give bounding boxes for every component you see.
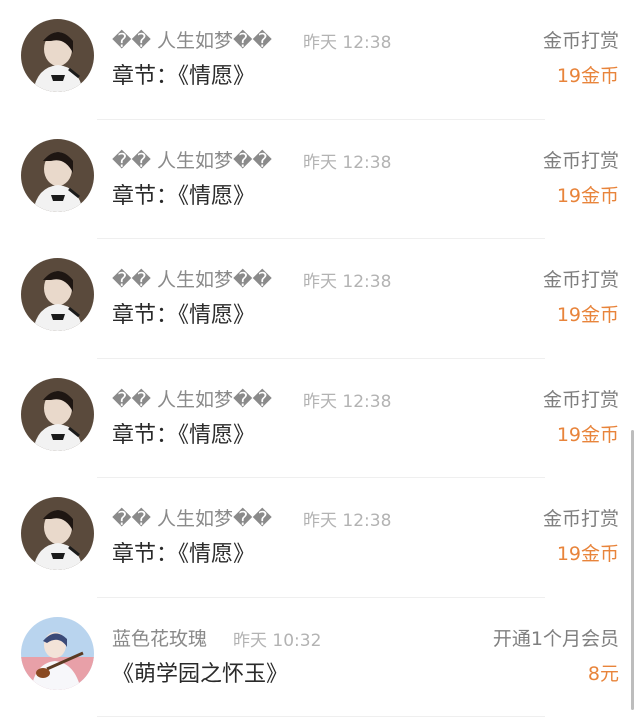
reward-type: 开通1个月会员: [492, 627, 619, 650]
woman-avatar-icon[interactable]: [21, 258, 94, 331]
list-item[interactable]: �� 人生如梦�� 昨天 12:38 章节：《情愿》 金币打赏 19金币: [0, 239, 640, 359]
woman-avatar-icon[interactable]: [21, 138, 94, 212]
user-name: �� 人生如梦��: [112, 388, 272, 411]
timestamp: 昨天 10:32: [233, 630, 322, 651]
list-item[interactable]: �� 人生如梦�� 昨天 12:38 章节：《情愿》 金币打赏 19金币: [0, 359, 640, 478]
timestamp: 昨天 12:38: [303, 391, 392, 412]
violinist-avatar-icon[interactable]: [21, 616, 94, 690]
reward-type: 金币打赏: [542, 508, 619, 530]
reward-list: �� 人生如梦�� 昨天 12:38 章节：《情愿》 金币打赏 19金币 �� …: [0, 0, 640, 717]
chapter-title: 章节：《情愿》: [112, 542, 256, 567]
woman-avatar-icon[interactable]: [21, 377, 94, 451]
user-name: �� 人生如梦��: [112, 269, 272, 291]
chapter-title: 章节：《情愿》: [112, 183, 256, 209]
reward-amount: 8元: [587, 662, 619, 685]
reward-amount: 19金币: [556, 423, 619, 446]
user-name: 蓝色花玫瑰: [112, 627, 208, 650]
list-item[interactable]: �� 人生如梦�� 昨天 12:38 章节：《情愿》 金币打赏 19金币: [0, 478, 640, 598]
reward-amount: 19金币: [556, 304, 619, 326]
reward-type: 金币打赏: [542, 149, 619, 172]
chapter-title: 章节：《情愿》: [112, 64, 256, 89]
reward-amount: 19金币: [556, 543, 619, 565]
woman-avatar-icon[interactable]: [21, 497, 94, 570]
reward-type: 金币打赏: [542, 30, 619, 52]
scrollbar[interactable]: [631, 430, 634, 710]
chapter-title: 章节：《情愿》: [112, 422, 256, 448]
reward-type: 金币打赏: [542, 269, 619, 291]
reward-amount: 19金币: [556, 184, 619, 207]
user-name: �� 人生如梦��: [112, 149, 272, 172]
list-item[interactable]: 蓝色花玫瑰 昨天 10:32 《萌学园之怀玉》 开通1个月会员 8元: [0, 598, 640, 717]
chapter-title: 章节：《情愿》: [112, 303, 256, 328]
user-name: �� 人生如梦��: [112, 508, 272, 530]
timestamp: 昨天 12:38: [303, 511, 392, 531]
woman-avatar-icon[interactable]: [21, 19, 94, 92]
timestamp: 昨天 12:38: [303, 272, 392, 292]
list-item[interactable]: �� 人生如梦�� 昨天 12:38 章节：《情愿》 金币打赏 19金币: [0, 0, 640, 120]
user-name: �� 人生如梦��: [112, 30, 272, 52]
timestamp: 昨天 12:38: [303, 152, 392, 173]
chapter-title: 《萌学园之怀玉》: [112, 661, 289, 687]
reward-type: 金币打赏: [542, 388, 619, 411]
divider: [97, 716, 545, 717]
list-item[interactable]: �� 人生如梦�� 昨天 12:38 章节：《情愿》 金币打赏 19金币: [0, 120, 640, 239]
reward-amount: 19金币: [556, 65, 619, 87]
timestamp: 昨天 12:38: [303, 33, 392, 53]
